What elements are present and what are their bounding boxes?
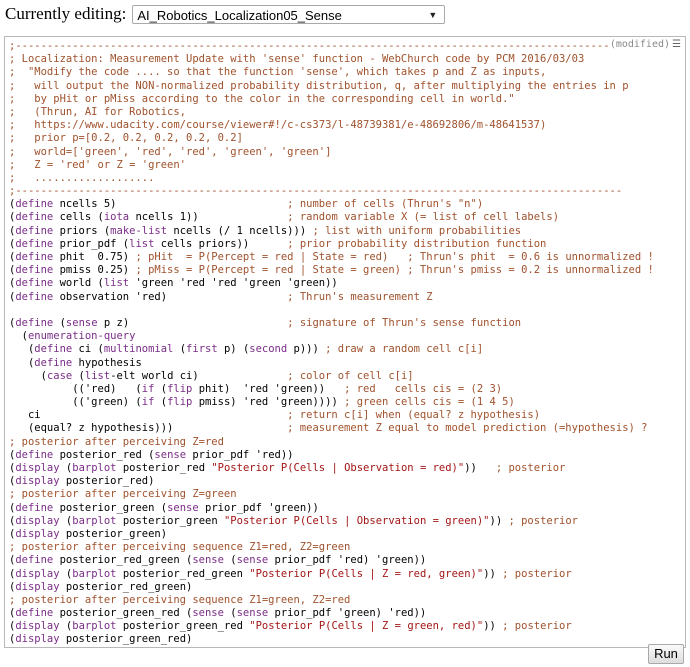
code-line[interactable]: ; posterior after perceiving Z=green: [9, 488, 654, 501]
code-line[interactable]: (display (barplot posterior_green "Poste…: [9, 515, 654, 528]
dropdown-arrow-icon[interactable]: ▼: [428, 6, 437, 25]
code-line[interactable]: [9, 304, 654, 317]
modified-label: (modified): [609, 39, 671, 50]
code-line[interactable]: ; world=['green', 'red', 'red', 'green',…: [9, 146, 654, 159]
code-line[interactable]: (display (barplot posterior_red_green "P…: [9, 568, 654, 581]
selected-file-name: AI_Robotics_Localization05_Sense: [137, 7, 342, 23]
code-line[interactable]: (('red) (if (flip phit) 'red 'green)) ; …: [9, 383, 654, 396]
code-line[interactable]: ; will output the NON-normalized probabi…: [9, 80, 654, 93]
code-line[interactable]: ; posterior after perceiving sequence Z1…: [9, 594, 654, 607]
code-line[interactable]: ;---------------------------------------…: [9, 40, 654, 53]
modified-indicator: (modified) ☰: [609, 39, 681, 50]
code-line[interactable]: ; Localization: Measurement Update with …: [9, 53, 654, 66]
code-line[interactable]: (display posterior_green): [9, 528, 654, 541]
code-line[interactable]: (define posterior_green (sense prior_pdf…: [9, 502, 654, 515]
code-text[interactable]: ;---------------------------------------…: [9, 40, 654, 648]
code-line[interactable]: (define (sense p z) ; signature of Thrun…: [9, 317, 654, 330]
code-line[interactable]: (define priors (make-list ncells (/ 1 nc…: [9, 225, 654, 238]
code-line[interactable]: (define posterior_green_red (sense (sens…: [9, 607, 654, 620]
currently-editing-label: Currently editing:: [5, 4, 127, 23]
code-line[interactable]: (define ncells 5) ; number of cells (Thr…: [9, 198, 654, 211]
code-line[interactable]: ; https://www.udacity.com/course/viewer#…: [9, 119, 654, 132]
code-line[interactable]: (display (barplot posterior_red "Posteri…: [9, 462, 654, 475]
code-line[interactable]: ; (Thrun, AI for Robotics,: [9, 106, 654, 119]
code-line[interactable]: (display (barplot posterior_green_red "P…: [9, 620, 654, 633]
code-line[interactable]: (define cells (iota ncells 1)) ; random …: [9, 211, 654, 224]
code-line[interactable]: ; prior p=[0.2, 0.2, 0.2, 0.2, 0.2]: [9, 132, 654, 145]
code-line[interactable]: (define posterior_red_green (sense (sens…: [9, 554, 654, 567]
code-editor[interactable]: (modified) ☰ ;---------------------------…: [4, 36, 686, 648]
code-line[interactable]: ; by pHit or pMiss according to the colo…: [9, 93, 654, 106]
code-line[interactable]: ; ...................: [9, 172, 654, 185]
code-line[interactable]: ; Z = 'red' or Z = 'green': [9, 159, 654, 172]
code-line[interactable]: (define phit 0.75) ; pHit = P(Percept = …: [9, 251, 654, 264]
code-line[interactable]: (enumeration-query: [9, 330, 654, 343]
code-line[interactable]: (display posterior_red_green): [9, 581, 654, 594]
code-line[interactable]: (define world (list 'green 'red 'red 'gr…: [9, 277, 654, 290]
code-line[interactable]: (define ci (multinomial (first p) (secon…: [9, 343, 654, 356]
hamburger-icon[interactable]: ☰: [672, 39, 681, 50]
code-line[interactable]: (define prior_pdf (list cells priors)) ;…: [9, 238, 654, 251]
code-line[interactable]: (define posterior_red (sense prior_pdf '…: [9, 449, 654, 462]
code-line[interactable]: (define pmiss 0.25) ; pMiss = P(Percept …: [9, 264, 654, 277]
code-line[interactable]: ; posterior after perceiving Z=red: [9, 436, 654, 449]
code-line[interactable]: (display posterior_red): [9, 475, 654, 488]
code-line[interactable]: (define observation 'red) ; Thrun's meas…: [9, 291, 654, 304]
code-line[interactable]: (('green) (if (flip pmiss) 'red 'green))…: [9, 396, 654, 409]
code-line[interactable]: (display posterior_green_red): [9, 633, 654, 646]
code-line[interactable]: (equal? z hypothesis))) ; measurement Z …: [9, 422, 654, 435]
code-line[interactable]: (case (list-elt world ci) ; color of cel…: [9, 370, 654, 383]
code-line[interactable]: ;---------------------------------------…: [9, 185, 654, 198]
code-line[interactable]: ci ; return c[i] when (equal? z hypothes…: [9, 409, 654, 422]
code-line[interactable]: ;---------------------------------------…: [9, 647, 654, 648]
code-line[interactable]: ; posterior after perceiving sequence Z1…: [9, 541, 654, 554]
editing-bar: Currently editing: AI_Robotics_Localizat…: [5, 3, 446, 25]
code-line[interactable]: (define hypothesis: [9, 357, 654, 370]
file-select[interactable]: AI_Robotics_Localization05_Sense ▼: [132, 4, 446, 25]
run-button[interactable]: Run: [648, 644, 684, 664]
code-line[interactable]: ; "Modify the code .... so that the func…: [9, 66, 654, 79]
